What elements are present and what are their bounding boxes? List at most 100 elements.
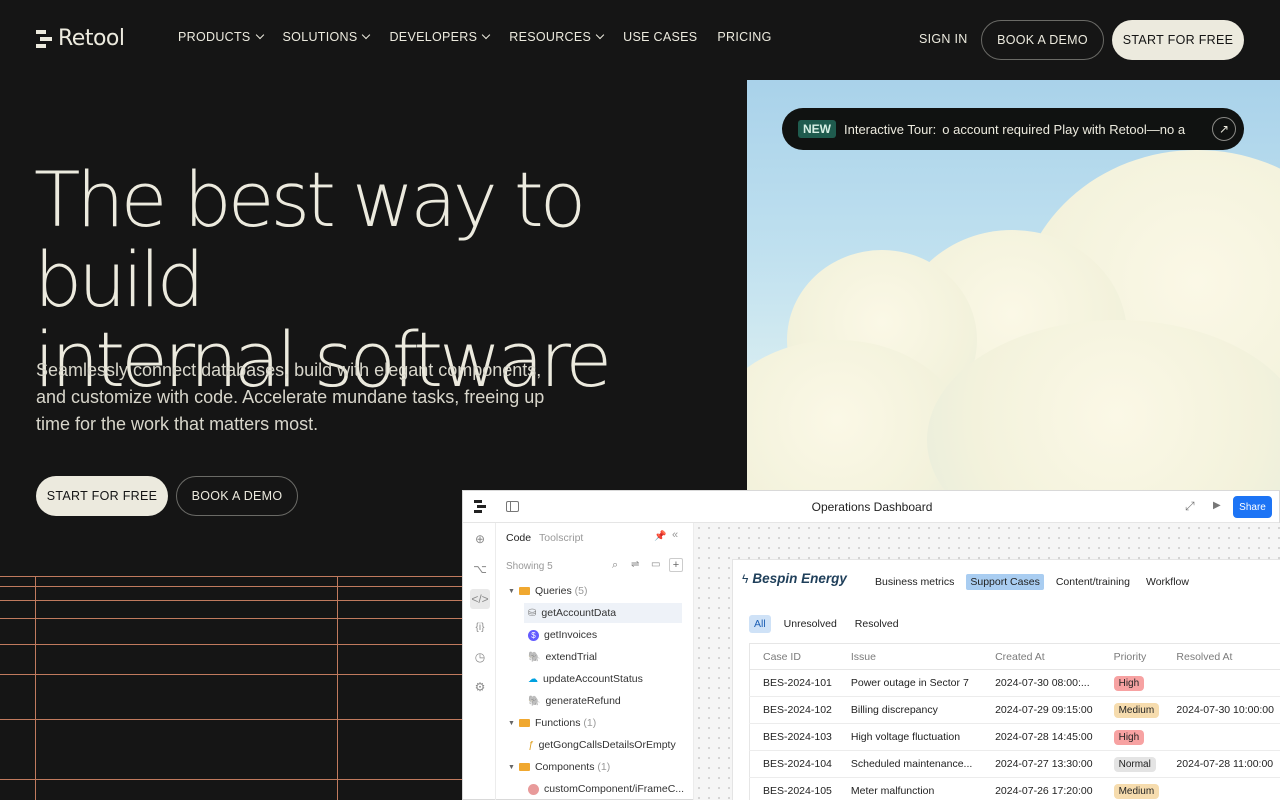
group-label: Functions (534, 717, 581, 729)
search-icon[interactable]: ⌕ (612, 559, 618, 572)
brand-name: Bespin Energy (752, 571, 847, 586)
collapse-icon[interactable]: « (672, 529, 678, 541)
nav-item-resources[interactable]: RESOURCES (509, 30, 605, 44)
code-sidebar: Code Toolscript 📌 « Showing 5 ⌕ ⇌ ▭ + ▼ Q… (496, 523, 694, 800)
tab-code[interactable]: Code (506, 532, 531, 544)
brand: ϟ Bespin Energy (742, 571, 847, 586)
add-circle-icon[interactable]: ⊕ (472, 531, 488, 547)
column-header[interactable]: Priority (1100, 643, 1164, 670)
tab-support-cases[interactable]: Support Cases (966, 574, 1044, 590)
settings-icon[interactable]: ⚙ (472, 679, 488, 695)
sign-in-link[interactable]: SIGN IN (919, 32, 968, 46)
play-icon[interactable]: ▶ (1213, 500, 1221, 511)
priority-cell: High (1100, 723, 1164, 751)
database-icon: ⛁ (528, 607, 537, 619)
case-filters: All Unresolved Resolved (749, 615, 912, 633)
hero-start-free-button[interactable]: START FOR FREE (36, 476, 168, 516)
caret-down-icon: ▼ (508, 763, 515, 771)
nav-item-use-cases[interactable]: USE CASES (623, 30, 697, 44)
issue-cell: High voltage fluctuation (837, 723, 983, 751)
priority-cell: High (1100, 669, 1164, 697)
share-button[interactable]: Share (1233, 496, 1272, 518)
resolved-cell (1163, 669, 1280, 697)
table-row[interactable]: BES-2024-103 High voltage fluctuation 2024… (749, 723, 1280, 751)
filter-unresolved[interactable]: Unresolved (779, 615, 842, 633)
tree-item[interactable]: $ getInvoices (528, 625, 597, 645)
group-label: Components (534, 761, 595, 773)
tree-item[interactable]: ƒ getGongCallsDetailsOrEmpty (528, 735, 676, 755)
table-row[interactable]: BES-2024-104 Scheduled maintenance... 2024… (749, 750, 1280, 778)
tree-item-label: getInvoices (544, 629, 598, 641)
group-label: Queries (534, 585, 572, 597)
table-row[interactable]: BES-2024-105 Meter malfunction 2024-07-26 … (749, 777, 1280, 800)
folder-add-icon[interactable]: ▭ (651, 559, 660, 570)
column-header[interactable]: Resolved At (1163, 643, 1280, 670)
lightning-icon: ϟ (742, 571, 749, 586)
created-cell: 2024-07-27 13:30:00 (982, 750, 1101, 778)
chevron-down-icon (482, 30, 491, 40)
stripe-icon: $ (528, 629, 539, 641)
folder-icon (518, 763, 530, 771)
components-group[interactable]: ▼ Components (1) (508, 757, 610, 777)
filter-all[interactable]: All (749, 615, 771, 633)
nav-item-products[interactable]: PRODUCTS (178, 30, 264, 44)
braces-icon[interactable]: {i} (472, 619, 488, 635)
tree-item[interactable]: customComponent/iFrameC... (528, 779, 684, 799)
hero-start-free-label: START FOR FREE (46, 489, 158, 503)
column-header[interactable]: Case ID (749, 643, 838, 670)
postgres-icon: 🐘 (528, 651, 541, 663)
priority-badge: Medium (1113, 784, 1160, 799)
chevron-down-icon (362, 30, 371, 40)
arrow-up-right-icon[interactable]: ↗ (1212, 117, 1236, 141)
left-rail: ⊕ ⌥ </> {i} ◷ ⚙ (463, 523, 496, 800)
tree-item[interactable]: 🐘 generateRefund (528, 691, 621, 711)
folder-icon (518, 719, 530, 727)
table-row[interactable]: BES-2024-102 Billing discrepancy 2024-07-2… (749, 696, 1280, 724)
dashboard-header: Operations Dashboard ⤢ ▶ Share (463, 491, 1279, 523)
logo-text: Retool (58, 26, 125, 51)
clock-icon[interactable]: ◷ (472, 649, 488, 665)
pin-icon[interactable]: 📌 (654, 531, 666, 542)
functions-group[interactable]: ▼ Functions (1) (508, 713, 596, 733)
interactive-tour-banner[interactable]: NEW Interactive Tour: o account required… (782, 108, 1244, 150)
nav-item-solutions[interactable]: SOLUTIONS (282, 30, 371, 44)
nav-item-label: SOLUTIONS (282, 30, 358, 44)
resolved-cell (1163, 723, 1280, 751)
tree-item[interactable]: ⛁ getAccountData (524, 603, 682, 623)
tree-item[interactable]: ☁ updateAccountStatus (528, 669, 643, 689)
caret-down-icon: ▼ (508, 719, 515, 727)
showing-count: Showing 5 (506, 561, 553, 572)
add-icon[interactable]: + (669, 558, 683, 572)
expand-icon[interactable]: ⤢ (1185, 499, 1195, 514)
component-icon (528, 783, 539, 795)
tree-icon[interactable]: ⌥ (472, 561, 488, 577)
table-row[interactable]: BES-2024-101 Power outage in Sector 7 2024… (749, 669, 1280, 697)
nav-item-label: USE CASES (623, 30, 698, 44)
tree-item[interactable]: 🐘 extendTrial (528, 647, 597, 667)
priority-badge: High (1113, 730, 1145, 745)
queries-group[interactable]: ▼ Queries (5) (508, 581, 587, 601)
column-header[interactable]: Created At (982, 643, 1101, 670)
book-demo-nav-button[interactable]: BOOK A DEMO (981, 20, 1104, 60)
tab-toolscript[interactable]: Toolscript (539, 532, 583, 544)
priority-cell: Normal (1100, 750, 1164, 778)
id-cell: BES-2024-102 (749, 696, 838, 724)
app-canvas: ϟ Bespin Energy Business metrics Support … (694, 523, 1280, 800)
start-free-nav-button[interactable]: START FOR FREE (1112, 20, 1244, 60)
created-cell: 2024-07-30 08:00:... (982, 669, 1101, 697)
filter-icon[interactable]: ⇌ (631, 559, 639, 570)
tab-business-metrics[interactable]: Business metrics (871, 574, 958, 590)
nav-item-developers[interactable]: DEVELOPERS (389, 30, 491, 44)
retool-logo[interactable]: Retool (36, 26, 125, 51)
hero-book-demo-button[interactable]: BOOK A DEMO (176, 476, 298, 516)
column-header[interactable]: Issue (837, 643, 983, 670)
chevron-down-icon (595, 30, 605, 40)
code-icon[interactable]: </> (470, 589, 490, 609)
tree-item-label: getAccountData (541, 607, 617, 619)
tab-content-training[interactable]: Content/training (1052, 574, 1134, 590)
filter-resolved[interactable]: Resolved (850, 615, 904, 633)
tree-item-label: generateRefund (545, 695, 621, 707)
tab-workflow[interactable]: Workflow (1142, 574, 1193, 590)
nav-item-pricing[interactable]: PRICING (717, 30, 771, 44)
created-cell: 2024-07-26 17:20:00 (982, 777, 1101, 800)
